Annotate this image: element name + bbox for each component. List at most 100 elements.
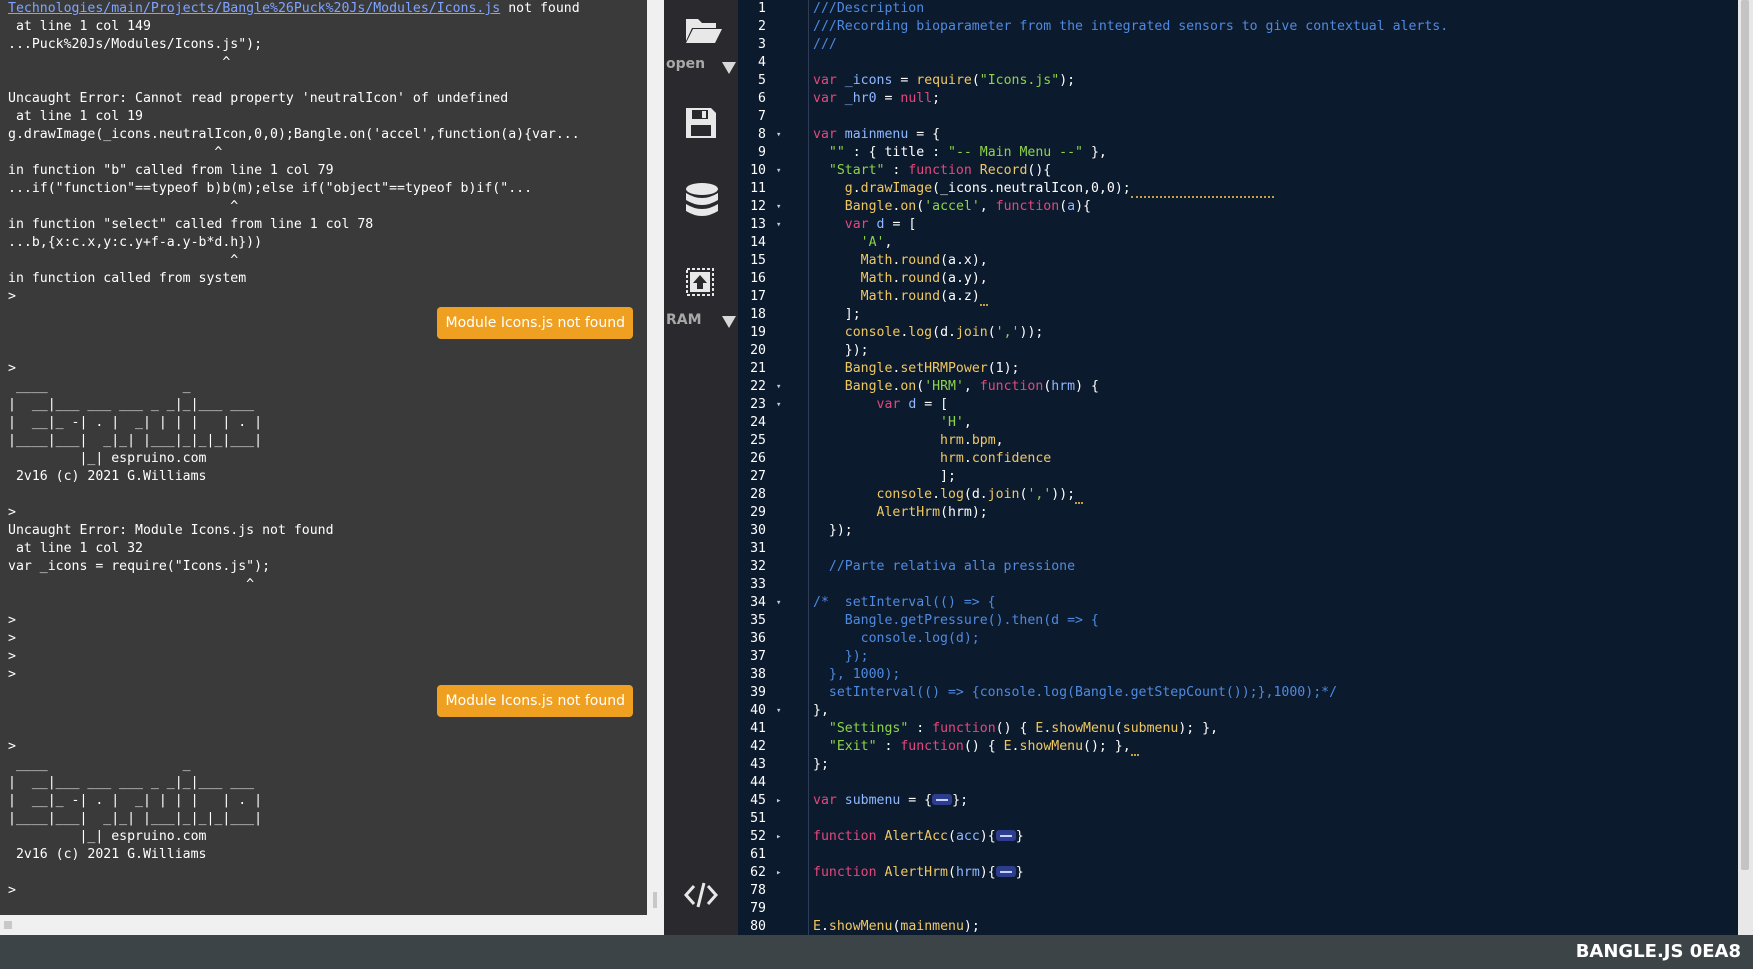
code-line[interactable]: "Start" : function Record(){ [813,162,1738,180]
editor-vertical-scrollbar[interactable] [1738,0,1753,935]
code-line[interactable]: ///Recording bioparameter from the integ… [813,18,1738,36]
code-line[interactable]: function AlertAcc(acc){} [813,828,1738,846]
fold-collapsed-icon[interactable]: ▸ [776,792,781,810]
code-line[interactable]: setInterval(() => {console.log(Bangle.ge… [813,684,1738,702]
fold-expanded-icon[interactable]: ▾ [776,702,781,720]
code-line[interactable] [813,540,1738,558]
code-line[interactable] [813,846,1738,864]
scroll-thumb[interactable] [1741,0,1749,870]
line-number-text: 36 [750,631,766,646]
code-line[interactable]: var d = [ [813,216,1738,234]
code-line[interactable]: function AlertHrm(hrm){} [813,864,1738,882]
code-line[interactable] [813,108,1738,126]
code-line[interactable] [813,882,1738,900]
code-line[interactable]: g.drawImage(_icons.neutralIcon,0,0); [813,180,1738,198]
code-line[interactable]: AlertHrm(hrm); [813,504,1738,522]
line-number-text: 9 [758,145,766,160]
code-line[interactable]: E.showMenu(mainmenu); [813,918,1738,935]
open-folder-icon[interactable] [684,13,722,47]
line-number-text: 79 [750,901,766,916]
fold-expanded-icon[interactable]: ▾ [776,198,781,216]
code-line[interactable]: "" : { title : "-- Main Menu --" }, [813,144,1738,162]
fold-expanded-icon[interactable]: ▾ [776,216,781,234]
code-line[interactable]: hrm.confidence [813,450,1738,468]
fold-collapsed-icon[interactable]: ▸ [776,864,781,882]
code-line[interactable] [813,900,1738,918]
code-line[interactable]: hrm.bpm, [813,432,1738,450]
fold-expanded-icon[interactable]: ▾ [776,594,781,612]
code-line[interactable]: "Exit" : function() { E.showMenu(); }, [813,738,1738,756]
code-line[interactable]: "Settings" : function() { E.showMenu(sub… [813,720,1738,738]
connected-device-name[interactable]: BANGLE.JS 0EA8 [1576,941,1741,962]
panel-resize-divider[interactable] [647,0,664,935]
terminal-panel[interactable]: Technologies/main/Projects/Bangle%26Puck… [0,0,647,915]
scroll-thumb[interactable] [4,921,12,929]
code-line[interactable] [813,576,1738,594]
fold-expanded-icon[interactable]: ▾ [776,162,781,180]
code-line[interactable]: Bangle.getPressure().then(d => { [813,612,1738,630]
line-number-text: 39 [750,685,766,700]
fold-expanded-icon[interactable]: ▾ [776,126,781,144]
code-line[interactable]: }); [813,342,1738,360]
chevron-down-icon[interactable] [722,316,736,328]
terminal-line-text: at line 1 col 19 [8,109,143,124]
code-line[interactable]: 'A', [813,234,1738,252]
code-line[interactable]: ///Description [813,0,1738,18]
folded-code-icon[interactable] [932,794,953,805]
code-line[interactable]: 'H', [813,414,1738,432]
ram-label[interactable]: RAM [666,312,702,328]
code-token: ); [1003,361,1020,376]
lint-warning-underline [1130,181,1274,198]
code-line[interactable]: Math.round(a.z) [813,288,1738,306]
code-line[interactable]: var _hr0 = null; [813,90,1738,108]
code-line[interactable]: }); [813,648,1738,666]
save-icon[interactable] [684,106,718,140]
code-token: )); [1019,325,1044,340]
code-line[interactable]: ]; [813,468,1738,486]
code-area[interactable]: ///Description ///Recording bioparameter … [813,0,1738,935]
folded-code-icon[interactable] [995,830,1016,841]
code-editor[interactable]: 1 2 3 4 5 6 7 8 ▾ 9 10 ▾ 11 12 ▾ 13 ▾ 14 15 16 17 18 19 20 21 22 ▾… [738,0,1738,935]
code-line[interactable]: Math.round(a.y), [813,270,1738,288]
code-token: 'H' [940,415,964,430]
code-line[interactable] [813,54,1738,72]
code-line[interactable]: var d = [ [813,396,1738,414]
upload-to-ram-icon[interactable] [684,266,718,300]
code-token: ( [1059,199,1068,214]
fold-expanded-icon[interactable]: ▾ [776,396,781,414]
code-line[interactable]: }; [813,756,1738,774]
code-line[interactable]: Bangle.on('accel', function(a){ [813,198,1738,216]
fold-expanded-icon[interactable]: ▾ [776,378,781,396]
code-line[interactable]: var mainmenu = { [813,126,1738,144]
code-line[interactable]: console.log(d.join(',')); [813,324,1738,342]
storage-database-icon[interactable] [684,182,718,216]
terminal-horizontal-scrollbar[interactable] [0,915,647,935]
terminal-line-text: 2v16 (c) 2021 G.Williams [8,847,207,862]
code-line[interactable]: ]; [813,306,1738,324]
code-line[interactable] [813,774,1738,792]
open-label[interactable]: open [666,56,705,72]
code-line[interactable]: var submenu = {}; [813,792,1738,810]
code-line[interactable]: }); [813,522,1738,540]
folded-code-icon[interactable] [995,866,1016,877]
code-line[interactable]: }, 1000); [813,666,1738,684]
code-view-icon[interactable] [683,880,719,914]
code-line[interactable]: /// [813,36,1738,54]
code-line[interactable]: console.log(d.join(',')); [813,486,1738,504]
line-number: 13 ▾ [738,216,808,234]
code-line[interactable]: Bangle.setHRMPower(1); [813,360,1738,378]
code-token: Math [860,289,893,304]
terminal-link[interactable]: Technologies/main/Projects/Bangle%26Puck… [8,1,500,16]
code-line[interactable] [813,810,1738,828]
fold-collapsed-icon[interactable]: ▸ [776,828,781,846]
code-line[interactable]: Math.round(a.x), [813,252,1738,270]
code-line[interactable]: }, [813,702,1738,720]
code-line[interactable]: //Parte relativa alla pressione [813,558,1738,576]
code-line[interactable]: console.log(d); [813,630,1738,648]
code-line[interactable]: var _icons = require("Icons.js"); [813,72,1738,90]
code-line[interactable]: Bangle.on('HRM', function(hrm) { [813,378,1738,396]
chevron-down-icon[interactable] [722,62,736,74]
terminal-line: |_| espruino.com [8,828,637,846]
code-line[interactable]: /* setInterval(() => { [813,594,1738,612]
